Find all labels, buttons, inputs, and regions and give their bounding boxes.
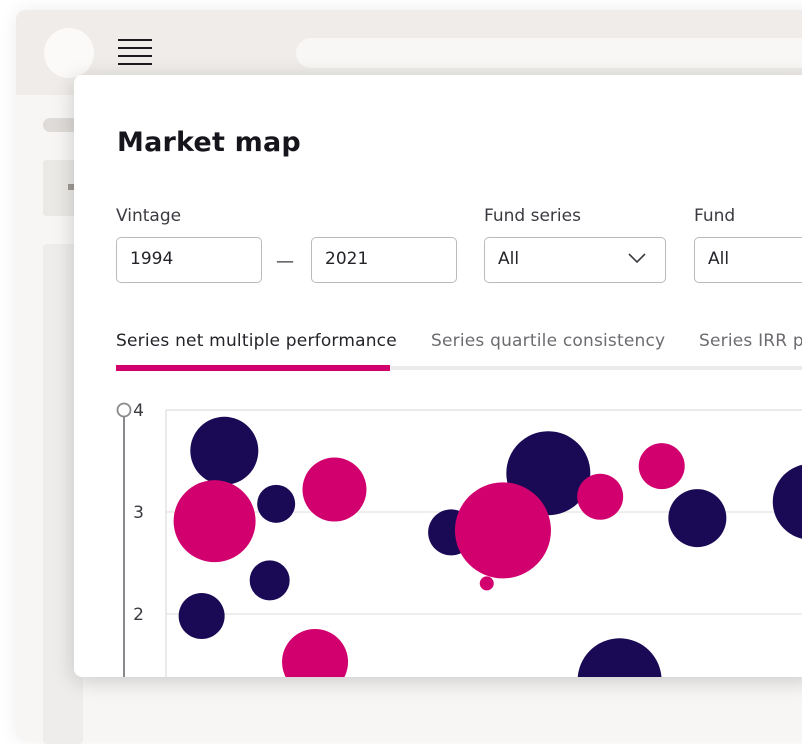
y-tick-label: 4 [133, 401, 144, 421]
data-bubble[interactable] [257, 484, 296, 523]
market-map-dialog: Market map Vintage 1994 — 2021 Fund seri… [74, 75, 802, 677]
search-bar[interactable] [296, 38, 802, 68]
data-bubble[interactable] [454, 482, 551, 579]
hamburger-menu-icon[interactable] [118, 39, 152, 67]
data-bubble[interactable] [190, 416, 259, 485]
data-bubble[interactable] [577, 638, 662, 677]
data-bubble[interactable] [668, 489, 727, 548]
y-tick-label: 2 [133, 605, 144, 625]
data-bubble[interactable] [479, 576, 494, 591]
y-tick-label: 3 [133, 503, 144, 523]
data-bubble[interactable] [302, 457, 367, 522]
market-map-bubble-chart: 4 3 2 [116, 401, 802, 677]
data-bubble[interactable] [249, 560, 290, 601]
data-bubble[interactable] [178, 593, 225, 640]
avatar[interactable] [44, 28, 94, 78]
data-bubble[interactable] [577, 473, 624, 520]
data-bubble[interactable] [282, 628, 349, 677]
data-bubble[interactable] [638, 443, 685, 490]
data-bubble[interactable] [772, 464, 802, 540]
data-bubble[interactable] [173, 480, 256, 563]
circle-handle-icon[interactable] [116, 402, 132, 418]
